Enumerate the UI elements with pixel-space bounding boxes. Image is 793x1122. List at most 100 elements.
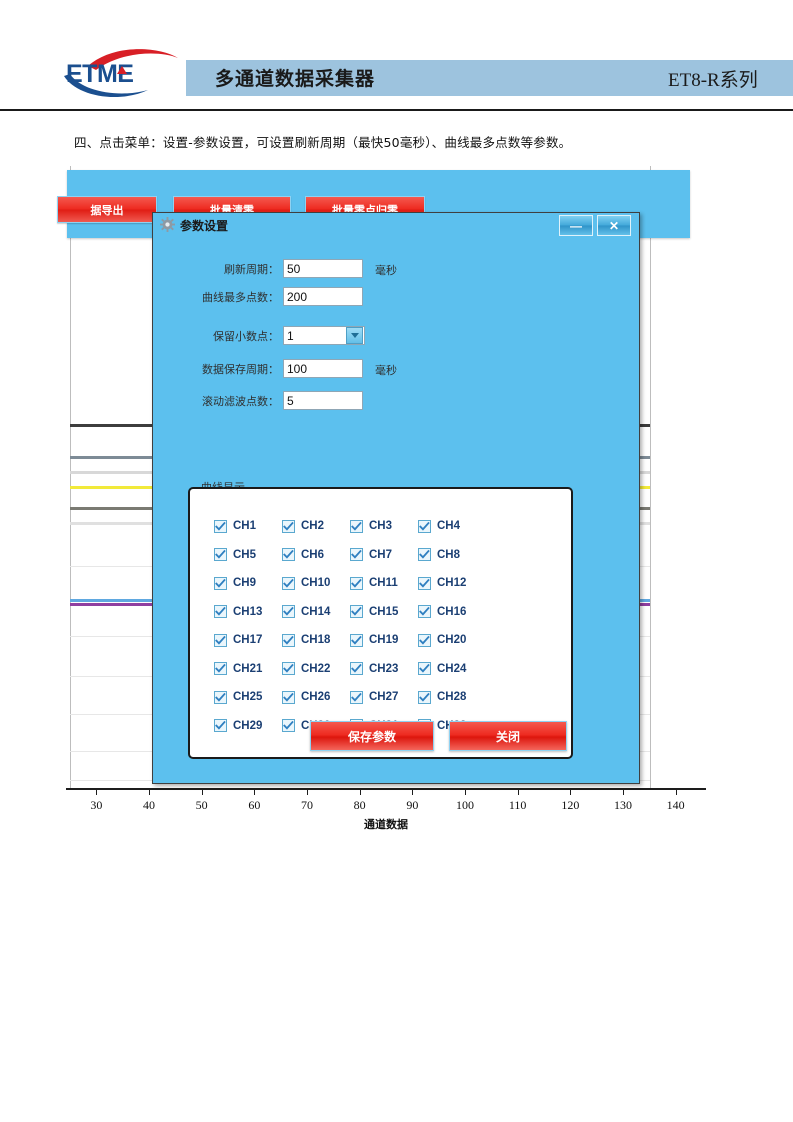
checkbox-label: CH20 xyxy=(437,634,467,646)
channel-checkbox-ch7[interactable]: CH7 xyxy=(350,546,392,564)
form-row: 刷新周期： 50 毫秒 xyxy=(153,259,613,281)
channel-checkbox-ch5[interactable]: CH5 xyxy=(214,546,256,564)
checkbox-label: CH15 xyxy=(369,605,399,618)
channel-checkbox-ch4[interactable]: CH4 xyxy=(418,517,460,535)
channel-checkbox-ch17[interactable]: CH17 xyxy=(214,631,262,649)
curve-display-group: CH1 CH2 CH3 CH4 CH5 CH6 CH7 CH8 CH9 CH10 CH11 CH12 C… xyxy=(188,487,573,759)
checkbox-box[interactable] xyxy=(418,605,431,618)
channel-checkbox-ch2[interactable]: CH2 xyxy=(282,517,324,535)
close-dialog-button[interactable]: 关闭 xyxy=(449,721,567,751)
checkbox-box[interactable] xyxy=(350,519,363,533)
channel-checkbox-ch19[interactable]: CH19 xyxy=(350,631,398,649)
channel-checkbox-ch28[interactable]: CH28 xyxy=(418,688,466,706)
checkbox-label: CH6 xyxy=(301,548,325,561)
x-tick-label: 70 xyxy=(301,798,313,812)
channel-checkbox-ch25[interactable]: CH25 xyxy=(214,688,262,706)
channel-checkbox-ch10[interactable]: CH10 xyxy=(282,574,330,592)
checkbox-box[interactable] xyxy=(282,690,295,704)
checkbox-box[interactable] xyxy=(418,548,431,561)
x-tick xyxy=(570,788,572,795)
checkbox-label: CH5 xyxy=(233,548,257,561)
checkbox-label: CH4 xyxy=(437,520,461,532)
checkbox-box[interactable] xyxy=(350,605,363,618)
channel-checkbox-ch3[interactable]: CH3 xyxy=(350,517,392,535)
checkbox-box[interactable] xyxy=(418,690,431,704)
channel-checkbox-ch23[interactable]: CH23 xyxy=(350,660,398,678)
field-input[interactable]: 5 xyxy=(283,391,363,410)
save-parameters-button[interactable]: 保存参数 xyxy=(310,721,434,751)
checkbox-box[interactable] xyxy=(282,576,295,590)
form-row: 保留小数点： 1 xyxy=(153,326,613,348)
channel-checkbox-ch24[interactable]: CH24 xyxy=(418,660,466,678)
checkbox-box[interactable] xyxy=(350,690,363,704)
checkbox-label: CH11 xyxy=(369,577,398,589)
channel-checkbox-ch27[interactable]: CH27 xyxy=(350,688,398,706)
checkbox-box[interactable] xyxy=(214,576,227,590)
export-button[interactable]: 据导出 xyxy=(57,196,157,223)
x-tick-label: 130 xyxy=(614,798,632,812)
channel-checkbox-ch22[interactable]: CH22 xyxy=(282,660,330,678)
checkbox-label: CH29 xyxy=(233,719,263,732)
field-unit: 毫秒 xyxy=(375,364,397,377)
x-tick xyxy=(307,788,308,795)
x-tick xyxy=(465,788,466,795)
channel-checkbox-ch8[interactable]: CH8 xyxy=(418,546,460,564)
checkbox-box[interactable] xyxy=(350,633,363,647)
dialog-title: 参数设置 xyxy=(180,219,229,233)
checkbox-box[interactable] xyxy=(214,662,227,675)
checkbox-box[interactable] xyxy=(282,662,295,675)
x-tick-label: 50 xyxy=(195,798,208,812)
minimize-button[interactable]: — xyxy=(559,215,593,236)
checkbox-box[interactable] xyxy=(418,519,431,533)
checkbox-box[interactable] xyxy=(282,519,295,533)
channel-checkbox-ch13[interactable]: CH13 xyxy=(214,603,262,621)
checkbox-box[interactable] xyxy=(282,633,295,647)
channel-checkbox-ch11[interactable]: CH11 xyxy=(350,574,398,592)
checkbox-box[interactable] xyxy=(282,719,295,732)
channel-checkbox-ch1[interactable]: CH1 xyxy=(214,517,256,535)
field-input[interactable]: 100 xyxy=(283,359,363,378)
checkbox-box[interactable] xyxy=(418,662,431,675)
field-label: 数据保存周期： xyxy=(202,363,279,376)
document-header: ETME 多通道数据采集器 ET8-R系列 xyxy=(0,0,793,111)
field-label: 滚动滤波点数： xyxy=(202,395,279,408)
field-input[interactable]: 50 xyxy=(283,259,363,278)
checkbox-box[interactable] xyxy=(214,519,227,533)
channel-checkbox-ch15[interactable]: CH15 xyxy=(350,603,398,621)
checkbox-box[interactable] xyxy=(282,548,295,561)
checkbox-box[interactable] xyxy=(350,548,363,561)
x-tick-label: 30 xyxy=(90,798,103,812)
checkbox-box[interactable] xyxy=(214,548,227,561)
checkbox-box[interactable] xyxy=(214,633,227,647)
x-tick xyxy=(201,788,203,795)
checkbox-box[interactable] xyxy=(214,605,227,618)
checkbox-box[interactable] xyxy=(214,690,227,704)
channel-checkbox-ch29[interactable]: CH29 xyxy=(214,717,262,735)
channel-checkbox-ch12[interactable]: CH12 xyxy=(418,574,466,592)
checkbox-box[interactable] xyxy=(418,576,431,590)
checkbox-label: CH14 xyxy=(301,605,331,618)
chevron-down-icon[interactable] xyxy=(346,327,363,344)
form-row: 滚动滤波点数： 5 xyxy=(153,391,613,413)
channel-checkbox-ch20[interactable]: CH20 xyxy=(418,631,466,649)
checkbox-box[interactable] xyxy=(282,605,295,618)
channel-checkbox-ch16[interactable]: CH16 xyxy=(418,603,466,621)
x-tick-label: 40 xyxy=(143,798,155,812)
field-input[interactable]: 200 xyxy=(283,287,363,306)
chart-x-axis xyxy=(66,788,706,790)
channel-checkbox-ch26[interactable]: CH26 xyxy=(282,688,330,706)
chart-right-border xyxy=(650,166,651,790)
checkbox-box[interactable] xyxy=(350,662,363,675)
checkbox-box[interactable] xyxy=(350,576,363,590)
dialog-titlebar[interactable]: 参数设置 — ✕ xyxy=(153,213,639,237)
checkbox-box[interactable] xyxy=(418,633,431,647)
channel-checkbox-ch21[interactable]: CH21 xyxy=(214,660,262,678)
checkbox-box[interactable] xyxy=(214,719,227,732)
field-label: 曲线最多点数： xyxy=(202,291,279,304)
channel-checkbox-ch6[interactable]: CH6 xyxy=(282,546,324,564)
x-tick xyxy=(623,788,624,795)
close-icon[interactable]: ✕ xyxy=(597,215,631,236)
channel-checkbox-ch9[interactable]: CH9 xyxy=(214,574,256,592)
channel-checkbox-ch14[interactable]: CH14 xyxy=(282,603,330,621)
channel-checkbox-ch18[interactable]: CH18 xyxy=(282,631,330,649)
